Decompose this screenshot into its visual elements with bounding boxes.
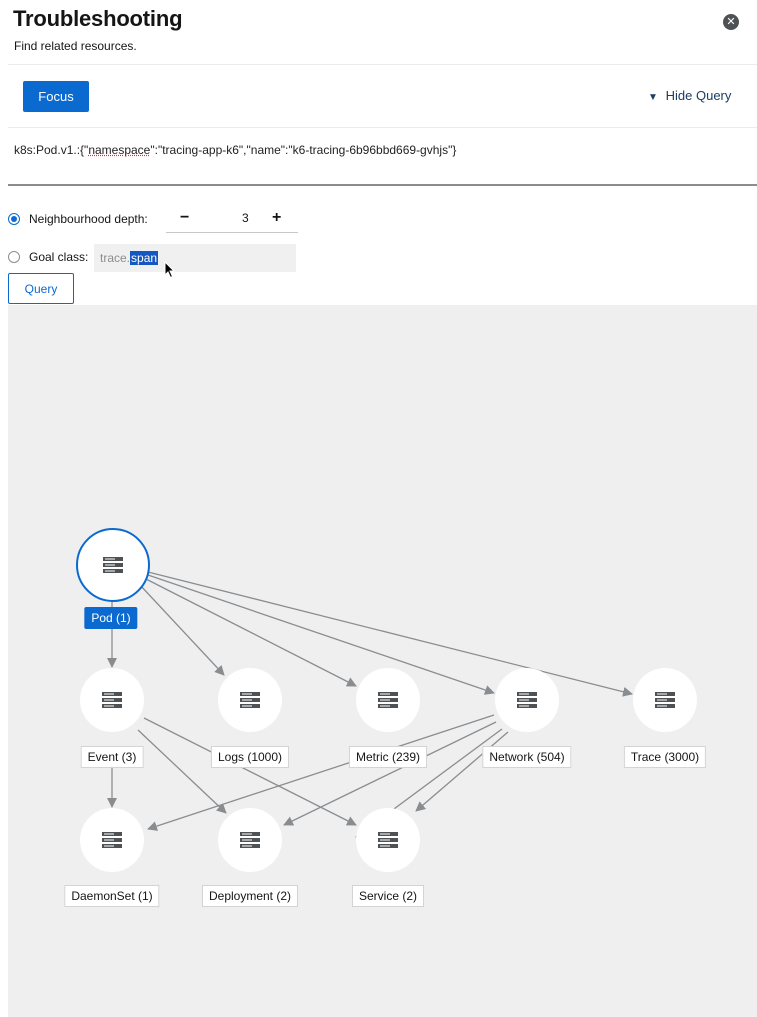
- depth-stepper: − 3 +: [166, 206, 298, 233]
- goal-label: Goal class:: [29, 250, 89, 264]
- node-label-metric[interactable]: Metric (239): [348, 746, 428, 768]
- node-label-logs[interactable]: Logs (1000): [210, 746, 290, 768]
- server-icon: [102, 692, 122, 708]
- server-icon: [378, 692, 398, 708]
- node-label-trace[interactable]: Trace (3000): [623, 746, 707, 768]
- query-button[interactable]: Query: [8, 273, 74, 304]
- panel-header: Troubleshooting Find related resources. …: [0, 0, 757, 64]
- mouse-cursor-icon: [164, 261, 176, 279]
- node-event[interactable]: [80, 668, 144, 732]
- query-toolbar: Focus ▼ Hide Query: [8, 64, 757, 128]
- server-icon: [240, 832, 260, 848]
- close-icon[interactable]: ✕: [723, 14, 739, 30]
- edge-network-daemonset: [147, 714, 495, 831]
- node-deployment[interactable]: [218, 808, 282, 872]
- edge-pod-network: [147, 574, 495, 695]
- hide-query-toggle[interactable]: ▼ Hide Query: [648, 88, 731, 103]
- goal-radio[interactable]: [8, 251, 20, 263]
- panel-title: Troubleshooting: [13, 6, 183, 31]
- server-icon: [240, 692, 260, 708]
- depth-plus-button[interactable]: +: [272, 209, 281, 227]
- node-label-service[interactable]: Service (2): [351, 885, 425, 907]
- goal-text-selected: span: [130, 251, 159, 265]
- node-metric[interactable]: [356, 668, 420, 732]
- server-icon: [655, 692, 675, 708]
- depth-value[interactable]: 3: [242, 211, 249, 225]
- node-label-deployment[interactable]: Deployment (2): [201, 885, 299, 907]
- goal-text-plain: trace.: [100, 251, 131, 265]
- node-daemonset[interactable]: [80, 808, 144, 872]
- hide-query-label: Hide Query: [665, 88, 732, 103]
- graph-edges: [107, 571, 633, 838]
- edge-event-deployment: [137, 729, 227, 814]
- node-logs[interactable]: [218, 668, 282, 732]
- depth-radio[interactable]: [8, 213, 20, 225]
- node-network[interactable]: [495, 668, 559, 732]
- edge-network-service-2: [415, 731, 509, 812]
- goal-class-input[interactable]: trace.span: [94, 244, 296, 272]
- query-namespace-key: namespace: [88, 143, 151, 157]
- node-label-event[interactable]: Event (3): [80, 746, 144, 768]
- node-label-network[interactable]: Network (504): [482, 746, 572, 768]
- node-pod[interactable]: [76, 528, 150, 602]
- graph-canvas[interactable]: Pod (1) Event (3) Logs (1000) Metric (23…: [8, 305, 757, 1017]
- server-icon: [378, 832, 398, 848]
- query-rest: ":"tracing-app-k6","name":"k6-tracing-6b…: [150, 143, 457, 157]
- depth-minus-button[interactable]: −: [180, 209, 189, 227]
- node-service[interactable]: [356, 808, 420, 872]
- divider: [8, 184, 757, 186]
- focus-button[interactable]: Focus: [23, 81, 89, 112]
- panel-subtitle: Find related resources.: [14, 39, 137, 53]
- query-prefix: k8s:Pod.v1.:{": [14, 143, 89, 157]
- query-string: k8s:Pod.v1.:{"namespace":"tracing-app-k6…: [14, 143, 456, 157]
- node-trace[interactable]: [633, 668, 697, 732]
- server-icon: [517, 692, 537, 708]
- chevron-down-icon: ▼: [648, 92, 658, 103]
- depth-label: Neighbourhood depth:: [29, 212, 148, 226]
- edge-pod-logs: [139, 584, 225, 676]
- server-icon: [103, 557, 123, 573]
- node-label-daemonset[interactable]: DaemonSet (1): [64, 885, 160, 907]
- server-icon: [102, 832, 122, 848]
- node-label-pod[interactable]: Pod (1): [84, 607, 138, 629]
